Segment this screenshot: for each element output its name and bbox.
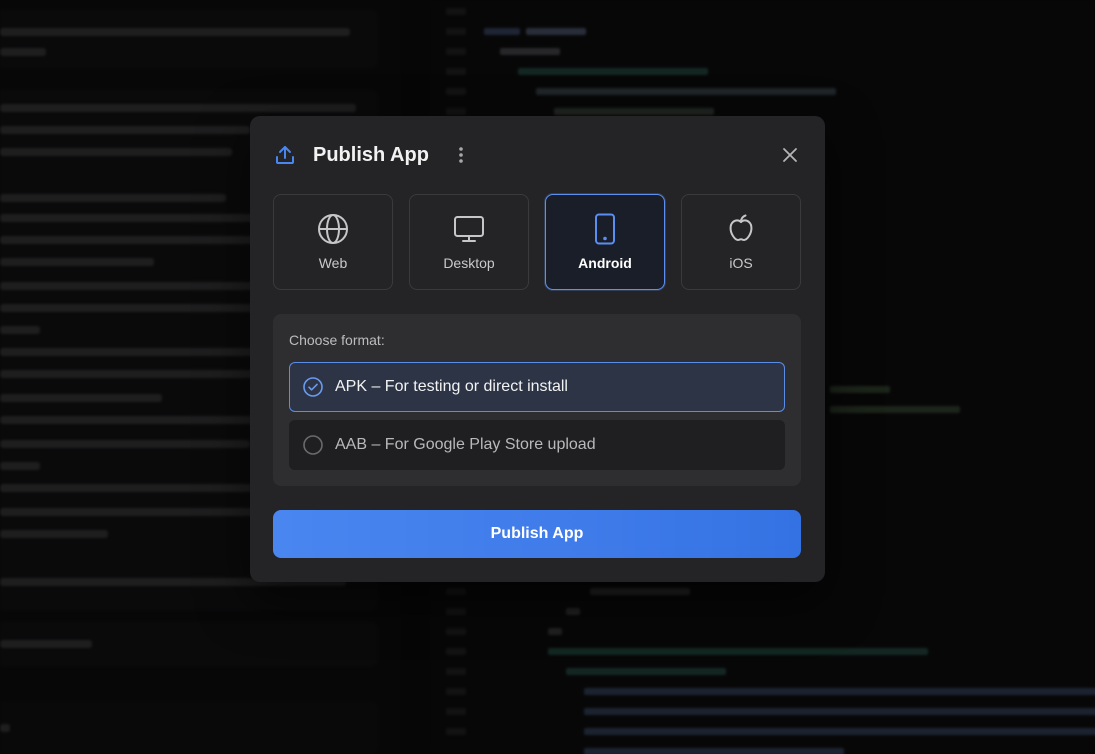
platform-option-desktop[interactable]: Desktop <box>409 194 529 290</box>
platform-label: Android <box>578 255 632 271</box>
radio-checked-icon[interactable] <box>303 377 323 397</box>
dialog-header: Publish App <box>273 141 802 169</box>
platform-selector: Web Desktop Android iOS <box>273 194 801 290</box>
format-heading: Choose format: <box>289 332 385 348</box>
platform-option-ios[interactable]: iOS <box>681 194 801 290</box>
smartphone-icon <box>589 213 621 245</box>
monitor-icon <box>453 213 485 245</box>
platform-label: Desktop <box>443 255 495 271</box>
globe-icon <box>317 213 349 245</box>
format-option-aab[interactable]: AAB – For Google Play Store upload <box>289 420 785 470</box>
platform-option-web[interactable]: Web <box>273 194 393 290</box>
publish-dialog: Publish App Web Desktop Android iOS Choo… <box>250 116 825 582</box>
apple-icon <box>725 213 757 245</box>
more-vertical-icon[interactable] <box>449 143 473 167</box>
radio-unchecked-icon[interactable] <box>303 435 323 455</box>
format-option-label: APK – For testing or direct install <box>335 378 568 395</box>
format-panel: Choose format: APK – For testing or dire… <box>273 314 801 486</box>
close-icon[interactable] <box>778 143 802 167</box>
format-option-apk[interactable]: APK – For testing or direct install <box>289 362 785 412</box>
upload-icon <box>273 143 297 167</box>
platform-option-android[interactable]: Android <box>545 194 665 290</box>
publish-app-button[interactable]: Publish App <box>273 510 801 558</box>
platform-label: iOS <box>729 255 753 271</box>
format-option-label: AAB – For Google Play Store upload <box>335 436 596 453</box>
platform-label: Web <box>318 255 348 271</box>
dialog-title: Publish App <box>313 143 429 166</box>
